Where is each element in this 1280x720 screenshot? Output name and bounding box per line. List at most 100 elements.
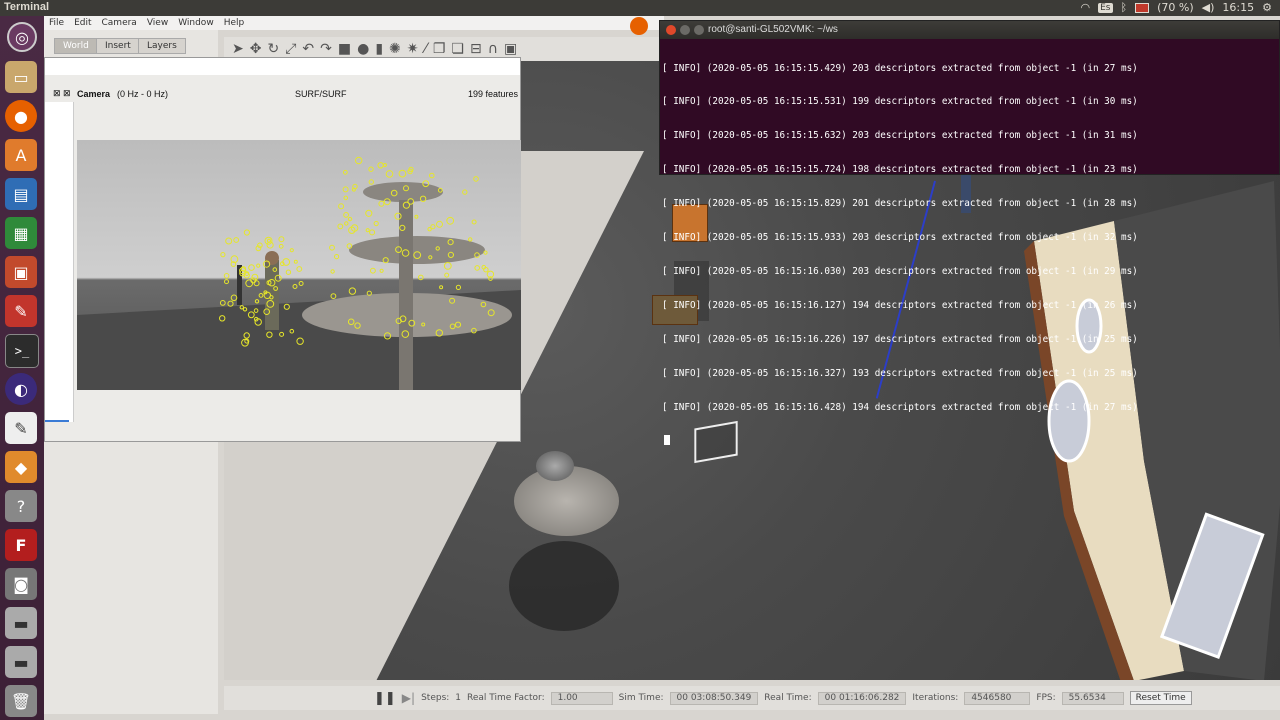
writer-icon[interactable]: ▤: [5, 178, 37, 210]
close-window-icon[interactable]: [666, 25, 676, 35]
bluetooth-icon[interactable]: ᛒ: [1121, 1, 1128, 14]
keypoint: [251, 273, 259, 281]
scale-tool-icon[interactable]: ⤢: [285, 41, 296, 57]
keypoint: [337, 223, 344, 230]
keypoint: [474, 265, 481, 271]
software-center-icon[interactable]: A: [5, 139, 37, 171]
settings-icon[interactable]: ✎: [5, 295, 37, 327]
terminal-line: [ INFO] (2020-05-05 16:15:16.327) 193 de…: [662, 367, 1138, 379]
steps-value[interactable]: 1: [455, 693, 461, 703]
keypoint: [348, 287, 357, 295]
tab-insert[interactable]: Insert: [96, 38, 140, 54]
camera-slider[interactable]: [45, 420, 69, 422]
text-editor-icon[interactable]: ✎: [5, 412, 37, 444]
keypoint: [253, 280, 260, 287]
point-light-icon[interactable]: ✷: [407, 41, 419, 57]
camera-scene: [77, 156, 521, 390]
firefox-tray-icon[interactable]: [630, 17, 648, 35]
screenshot-icon[interactable]: ▣: [504, 41, 517, 57]
rotate-tool-icon[interactable]: ↻: [267, 41, 279, 57]
terminal-titlebar[interactable]: root@santi-GL502VMK: ~/ws: [660, 21, 1279, 39]
camera-icon[interactable]: ◙: [5, 568, 37, 600]
terminal-output[interactable]: [ INFO] (2020-05-05 16:15:15.429) 203 de…: [660, 39, 1279, 468]
menu-window[interactable]: Window: [178, 18, 214, 28]
keypoint: [245, 279, 254, 288]
spot-light-icon[interactable]: ⁄: [425, 41, 427, 57]
keypoint: [296, 266, 303, 272]
gazebo-icon[interactable]: ◆: [5, 451, 37, 483]
keypoint: [343, 195, 349, 201]
help-icon[interactable]: ?: [5, 490, 37, 522]
terminal-line: [ INFO] (2020-05-05 16:15:16.030) 203 de…: [662, 265, 1138, 277]
keypoint: [278, 236, 285, 243]
trash-icon[interactable]: 🗑: [5, 685, 37, 717]
menu-file[interactable]: File: [49, 18, 64, 28]
paste-icon[interactable]: ❏: [451, 41, 464, 57]
camera-title: Camera: [77, 89, 111, 99]
keypoint: [293, 259, 298, 264]
sphere-shape-icon[interactable]: ●: [357, 41, 369, 57]
redo-icon[interactable]: ↷: [320, 41, 332, 57]
wifi-icon[interactable]: ◠: [1081, 1, 1091, 14]
terminal-line: [ INFO] (2020-05-05 16:15:15.933) 203 de…: [662, 232, 1138, 244]
keypoint: [418, 274, 424, 281]
volume-icon[interactable]: ◀): [1202, 1, 1215, 14]
impress-icon[interactable]: ▣: [5, 256, 37, 288]
snap-icon[interactable]: ∩: [488, 41, 498, 57]
camera-window-titlebar[interactable]: [45, 58, 520, 75]
translate-tool-icon[interactable]: ✥: [250, 41, 262, 57]
tab-world[interactable]: World: [54, 38, 98, 54]
menu-help[interactable]: Help: [224, 18, 245, 28]
copy-icon[interactable]: ❐: [433, 41, 446, 57]
ubuntu-icon[interactable]: ◎: [7, 22, 37, 52]
camera-algorithm: SURF/SURF: [295, 89, 347, 99]
keypoint: [443, 262, 452, 270]
terminal-icon[interactable]: >_: [5, 334, 39, 368]
keypoint: [368, 166, 374, 172]
camera-left-pane: [45, 102, 74, 422]
undo-icon[interactable]: ↶: [302, 41, 314, 57]
reset-time-button[interactable]: Reset Time: [1129, 691, 1192, 705]
minimize-window-icon[interactable]: [680, 25, 690, 35]
keypoint: [379, 268, 384, 273]
firefox-icon[interactable]: ●: [5, 100, 37, 132]
tab-layers[interactable]: Layers: [138, 38, 186, 54]
power-gear-icon[interactable]: ⚙: [1262, 1, 1272, 14]
eclipse-icon[interactable]: ◐: [5, 373, 37, 405]
battery-icon[interactable]: [1135, 2, 1150, 13]
menu-edit[interactable]: Edit: [74, 18, 91, 28]
fritzing-icon[interactable]: F: [5, 529, 37, 561]
select-tool-icon[interactable]: ➤: [232, 41, 244, 57]
box-shape-icon[interactable]: ■: [338, 41, 351, 57]
menu-view[interactable]: View: [147, 18, 168, 28]
drive-icon-2[interactable]: ▬: [5, 646, 37, 678]
keypoint: [219, 300, 226, 306]
close-icon[interactable]: ⊠: [63, 88, 71, 99]
restore-icon[interactable]: ⊠: [53, 88, 61, 99]
keypoint: [266, 241, 274, 249]
sun-light-icon[interactable]: ✺: [389, 41, 401, 57]
fountain-top: [536, 451, 574, 481]
keypoint: [329, 244, 335, 251]
files-icon[interactable]: ▭: [5, 61, 37, 93]
drive-icon[interactable]: ▬: [5, 607, 37, 639]
pause-icon[interactable]: ❚❚: [374, 691, 396, 706]
keypoint: [243, 229, 250, 236]
keypoint: [278, 243, 284, 249]
menu-camera[interactable]: Camera: [102, 18, 137, 28]
battery-percent: (70 %): [1157, 1, 1194, 14]
calc-icon[interactable]: ▦: [5, 217, 37, 249]
real-time-value: 00 01:16:06.282: [817, 691, 907, 705]
keypoint: [224, 279, 229, 285]
terminal-line: [ INFO] (2020-05-05 16:15:16.127) 194 de…: [662, 299, 1138, 311]
keypoint: [220, 252, 226, 258]
keypoint: [292, 284, 298, 289]
align-icon[interactable]: ⊟: [470, 41, 482, 57]
terminal-line: [ INFO] (2020-05-05 16:15:15.829) 201 de…: [662, 198, 1138, 210]
maximize-window-icon[interactable]: [694, 25, 704, 35]
step-icon[interactable]: ▶|: [402, 691, 415, 705]
keyboard-layout-indicator[interactable]: Es: [1098, 2, 1113, 13]
cylinder-shape-icon[interactable]: ▮: [375, 41, 383, 57]
keypoint: [377, 162, 384, 169]
clock[interactable]: 16:15: [1222, 1, 1254, 14]
